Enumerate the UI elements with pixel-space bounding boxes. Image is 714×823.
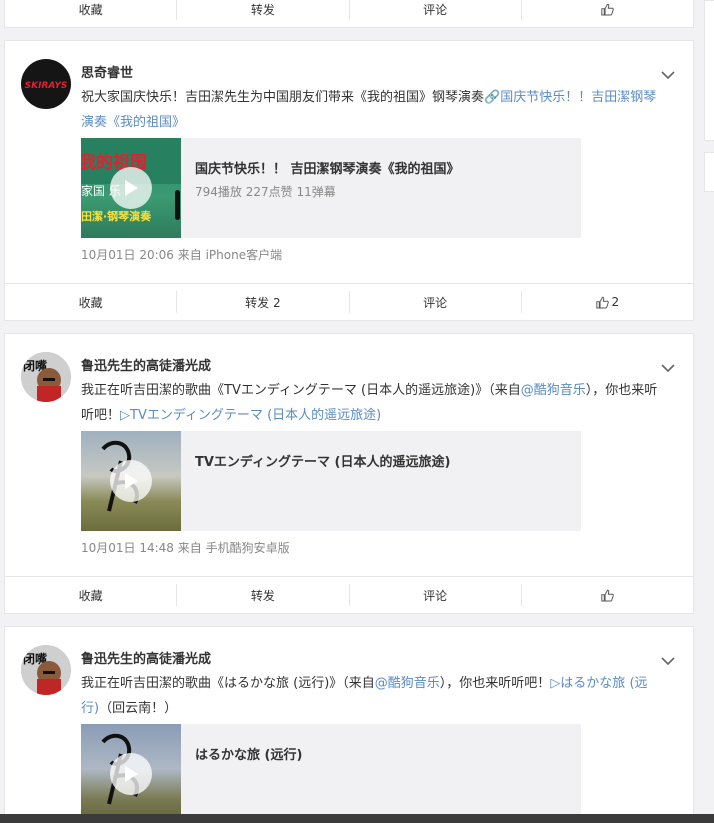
chevron-down-icon[interactable]: [661, 65, 675, 84]
avatar[interactable]: SKIRAYS: [21, 59, 71, 109]
favorite-button[interactable]: 收藏: [5, 584, 176, 606]
mention-link[interactable]: @酷狗音乐: [521, 383, 586, 398]
post-body: 我正在听吉田潔的歌曲《はるかな旅 (远行)》（来自: [81, 676, 375, 691]
post-body: 我正在听吉田潔的歌曲《TVエンディングテーマ (日本人的遥远旅途)》（来自: [81, 383, 521, 398]
post-text: 我正在听吉田潔的歌曲《はるかな旅 (远行)》（来自@酷狗音乐），你也来听听吧！▷…: [81, 671, 661, 721]
video-card[interactable]: 我的祖国 家国 乐 田潔·钢琴演奏 国庆节快乐！！ 吉田潔钢琴演奏《我的祖国》 …: [81, 138, 581, 238]
music-cover[interactable]: [81, 431, 181, 531]
like-button[interactable]: 2: [520, 291, 693, 313]
taskbar-strip: [0, 814, 714, 823]
thumbs-up-icon: [601, 589, 614, 602]
avatar[interactable]: 闭嘴: [21, 645, 71, 695]
music-card[interactable]: TVエンディングテーマ (日本人的遥远旅途): [81, 431, 581, 531]
comment-button[interactable]: 评论: [348, 291, 521, 313]
favorite-label: 收藏: [78, 295, 103, 310]
post-action-bar: 收藏 转发 评论: [4, 0, 694, 28]
play-icon[interactable]: [110, 460, 152, 502]
forward-button[interactable]: 转发: [176, 0, 348, 20]
comment-label: 评论: [423, 295, 448, 310]
post-action-bar: 收藏 转发 2 评论 2: [4, 283, 694, 321]
username[interactable]: 鲁迅先生的高徒潘光成: [81, 355, 211, 374]
chevron-down-icon[interactable]: [661, 358, 675, 377]
thumbs-up-icon: [595, 296, 609, 309]
username[interactable]: 思奇睿世: [81, 62, 133, 81]
song-title[interactable]: はるかな旅 (远行): [195, 744, 302, 763]
video-title[interactable]: 国庆节快乐！！ 吉田潔钢琴演奏《我的祖国》: [195, 158, 460, 177]
post-meta: 10月01日 14:48 来自 手机酷狗安卓版: [81, 541, 290, 555]
music-card[interactable]: はるかな旅 (远行): [81, 724, 581, 823]
song-link[interactable]: ▷TVエンディングテーマ (日本人的遥远旅途): [120, 408, 381, 423]
favorite-label: 收藏: [78, 588, 103, 603]
favorite-button[interactable]: 收藏: [5, 0, 176, 20]
like-count: 2: [611, 295, 620, 309]
avatar[interactable]: 闭嘴: [21, 352, 71, 402]
right-sidebar-panel: [704, 0, 714, 141]
username[interactable]: 鲁迅先生的高徒潘光成: [81, 648, 211, 667]
forward-button[interactable]: 转发 2: [176, 291, 348, 313]
song-title[interactable]: TVエンディングテーマ (日本人的遥远旅途): [195, 451, 450, 470]
post-body: 祝大家国庆快乐！吉田潔先生为中国朋友们带来《我的祖国》钢琴演奏: [81, 90, 485, 105]
video-stats: 794播放 227点赞 11弹幕: [195, 185, 336, 199]
feed-post: 闭嘴 鲁迅先生的高徒潘光成 我正在听吉田潔的歌曲《はるかな旅 (远行)》（来自@…: [4, 626, 694, 823]
feed-post: 闭嘴 鲁迅先生的高徒潘光成 我正在听吉田潔的歌曲《TVエンディングテーマ (日本…: [4, 333, 694, 576]
comment-label: 评论: [423, 2, 448, 17]
forward-label: 转发 2: [245, 295, 281, 310]
thumbs-up-icon: [601, 3, 614, 16]
like-button[interactable]: [520, 584, 693, 606]
feed-post: SKIRAYS 思奇睿世 祝大家国庆快乐！吉田潔先生为中国朋友们带来《我的祖国》…: [4, 40, 694, 283]
chevron-down-icon[interactable]: [661, 651, 675, 670]
cover-caption-text: 田潔·钢琴演奏: [81, 210, 152, 223]
like-button[interactable]: [520, 0, 693, 20]
forward-label: 转发: [250, 2, 275, 17]
comment-button[interactable]: 评论: [348, 584, 521, 606]
post-body-tail: ），你也来听听吧！: [439, 676, 551, 691]
post-body-suffix: （回云南！）: [99, 701, 178, 716]
favorite-button[interactable]: 收藏: [5, 291, 176, 313]
play-icon[interactable]: [110, 167, 152, 209]
comment-button[interactable]: 评论: [348, 0, 521, 20]
post-text: 我正在听吉田潔的歌曲《TVエンディングテーマ (日本人的遥远旅途)》（来自@酷狗…: [81, 378, 661, 428]
favorite-label: 收藏: [78, 2, 103, 17]
video-cover[interactable]: 我的祖国 家国 乐 田潔·钢琴演奏: [81, 138, 181, 238]
comment-label: 评论: [423, 588, 448, 603]
forward-label: 转发: [250, 588, 275, 603]
right-sidebar-panel: [704, 152, 714, 192]
forward-button[interactable]: 转发: [176, 584, 348, 606]
post-text: 祝大家国庆快乐！吉田潔先生为中国朋友们带来《我的祖国》钢琴演奏🔗国庆节快乐！！吉…: [81, 85, 661, 135]
mention-link[interactable]: @酷狗音乐: [375, 676, 440, 691]
svg-text:SKIRAYS: SKIRAYS: [25, 81, 68, 91]
play-icon[interactable]: [110, 753, 152, 795]
music-cover[interactable]: [81, 724, 181, 823]
post-action-bar: 收藏 转发 评论: [4, 576, 694, 614]
post-meta: 10月01日 20:06 来自 iPhone客户端: [81, 248, 283, 262]
